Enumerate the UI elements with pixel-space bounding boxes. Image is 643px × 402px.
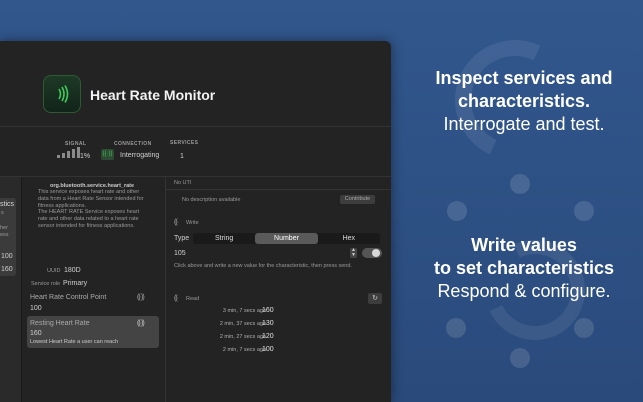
read-section-icon: ((· (174, 295, 179, 302)
app-icon (43, 75, 81, 113)
services-label: SERVICES (170, 140, 199, 146)
value-stepper[interactable]: ▲ ▼ (350, 248, 357, 258)
read-value: 160 (262, 307, 274, 314)
service-role-value: Primary (63, 280, 88, 287)
sidebar-value: 160 (1, 266, 13, 273)
service-role-label: Service role (31, 281, 61, 287)
promo-subheading: Interrogate and test. (443, 114, 605, 134)
read-row: 2 min, 37 secs ago 130 (174, 320, 374, 330)
read-row: 2 min, 7 secs ago 100 (174, 346, 374, 356)
signal-bars-icon (57, 147, 80, 158)
read-value: 120 (262, 333, 274, 340)
characteristic-value: 160 (30, 330, 42, 337)
uuid-value: 180D (64, 267, 81, 274)
type-label: Type (174, 235, 190, 242)
read-time: 2 min, 7 secs ago (222, 347, 266, 353)
divider (0, 176, 391, 177)
read-row: 2 min, 27 secs ago 120 (174, 333, 374, 343)
read-icon[interactable]: ((·)) (137, 294, 145, 301)
device-title: Heart Rate Monitor (90, 87, 216, 103)
decor-dot (510, 174, 530, 194)
type-option-hex[interactable]: Hex (318, 233, 380, 244)
read-time: 2 min, 37 secs ago (219, 321, 266, 327)
send-toggle[interactable] (362, 248, 382, 258)
characteristic-description: Lowest Heart Rate a user can reach (30, 339, 119, 345)
read-value: 130 (262, 320, 274, 327)
promo-heading-line: characteristics. (457, 91, 591, 111)
characteristic-name[interactable]: Resting Heart Rate (30, 320, 90, 327)
decor-dot (574, 201, 594, 221)
promo-heading-line: Inspect services and (435, 68, 613, 88)
sidebar-item[interactable]: s (1, 210, 4, 217)
refresh-icon[interactable]: ↻ (368, 293, 382, 304)
write-value-input[interactable]: 105 (174, 250, 186, 257)
promo-block-1: Inspect services and characteristics. In… (405, 67, 643, 135)
characteristic-name[interactable]: Heart Rate Control Point (30, 294, 106, 301)
service-description: The HEART RATE Service exposes heart rat… (38, 209, 140, 229)
broadcast-icon (58, 85, 69, 103)
service-description: This service exposes heart rate and othe… (38, 189, 144, 209)
read-value: 100 (262, 346, 274, 353)
write-label: Write (186, 220, 199, 226)
write-icon: ((· (174, 219, 179, 226)
read-time: 3 min, 7 secs ago (222, 308, 266, 314)
connection-status-icon: ((·)) (101, 149, 114, 160)
services-value: 1 (180, 153, 184, 160)
promo-heading-line: Write values (471, 235, 577, 255)
read-time: 2 min, 27 secs ago (219, 334, 266, 340)
read-icon[interactable]: ((·)) (137, 320, 145, 327)
column-divider (165, 177, 166, 402)
sidebar-value: 100 (1, 253, 13, 260)
characteristic-value: 100 (30, 305, 42, 312)
decor-dot (446, 318, 466, 338)
decor-dot (510, 348, 530, 368)
type-option-string[interactable]: String (193, 233, 255, 244)
divider (0, 126, 391, 127)
type-option-number[interactable]: Number (255, 233, 318, 244)
contribute-button[interactable]: Contribute (340, 195, 375, 204)
write-hint: Click above and write a new value for th… (174, 263, 352, 269)
promo-subheading: Respond & configure. (437, 281, 611, 301)
uti-label: No UTI (174, 180, 192, 186)
sidebar-item[interactable]: ess (0, 232, 9, 239)
sidebar-item[interactable]: her (0, 225, 8, 232)
type-segmented-control[interactable]: String Number Hex (193, 233, 380, 244)
promo-block-2: Write values to set characteristics Resp… (405, 234, 643, 302)
read-label: Read (186, 296, 200, 302)
uuid-label: UUID (47, 268, 61, 274)
connection-label: CONNECTION (114, 141, 152, 147)
decor-dot (447, 201, 467, 221)
promo-heading-line: to set characteristics (433, 258, 615, 278)
app-window: Heart Rate Monitor SIGNAL 1% CONNECTION … (0, 41, 391, 402)
decor-dot (574, 318, 594, 338)
read-row: 3 min, 7 secs ago 160 (174, 307, 374, 317)
sidebar-item[interactable]: stics (0, 201, 14, 208)
divider (166, 189, 391, 190)
connection-value: Interrogating (120, 152, 160, 159)
signal-value: 1% (80, 153, 91, 160)
no-description-text: No description available (182, 197, 241, 203)
